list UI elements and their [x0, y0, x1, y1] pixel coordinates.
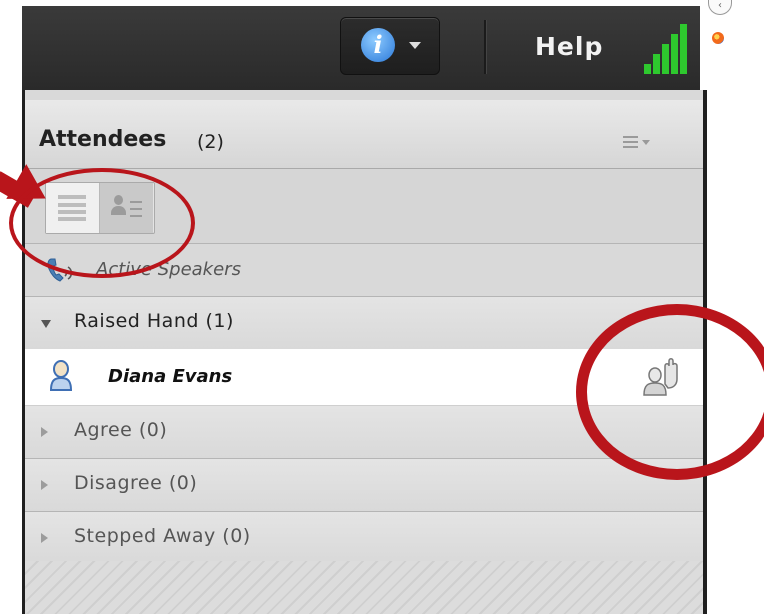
panel-header: Attendees (2) — [25, 100, 703, 169]
group-label: Raised Hand (1) — [74, 310, 234, 332]
info-icon: i — [361, 28, 395, 62]
attendee-name: Diana Evans — [108, 366, 233, 387]
annotation-circle-raised-hand — [576, 304, 764, 480]
group-label: Stepped Away (0) — [74, 525, 251, 547]
connection-signal-icon — [636, 24, 688, 74]
caret-right-icon — [41, 480, 48, 490]
empty-area — [25, 561, 703, 614]
top-toolbar: i Help — [22, 6, 700, 90]
avatar-icon — [50, 360, 72, 391]
chevron-down-icon — [409, 42, 421, 49]
annotation-circle-view-toggle — [9, 168, 195, 278]
panel-options-menu-icon[interactable] — [623, 136, 651, 150]
toolbar-divider — [484, 20, 487, 74]
browser-side-strip — [702, 0, 764, 614]
help-menu[interactable]: Help — [535, 32, 603, 61]
caret-right-icon — [41, 427, 48, 437]
firefox-icon[interactable] — [712, 32, 724, 44]
caret-down-icon — [41, 320, 51, 328]
panel-title: Attendees — [39, 127, 167, 152]
group-disagree[interactable]: Disagree (0) — [25, 459, 703, 512]
group-stepped-away[interactable]: Stepped Away (0) — [25, 512, 703, 565]
group-label: Disagree (0) — [74, 472, 198, 494]
info-menu-button[interactable]: i — [340, 17, 440, 75]
group-label: Agree (0) — [74, 419, 168, 441]
caret-right-icon — [41, 533, 48, 543]
attendee-count: (2) — [197, 131, 224, 153]
